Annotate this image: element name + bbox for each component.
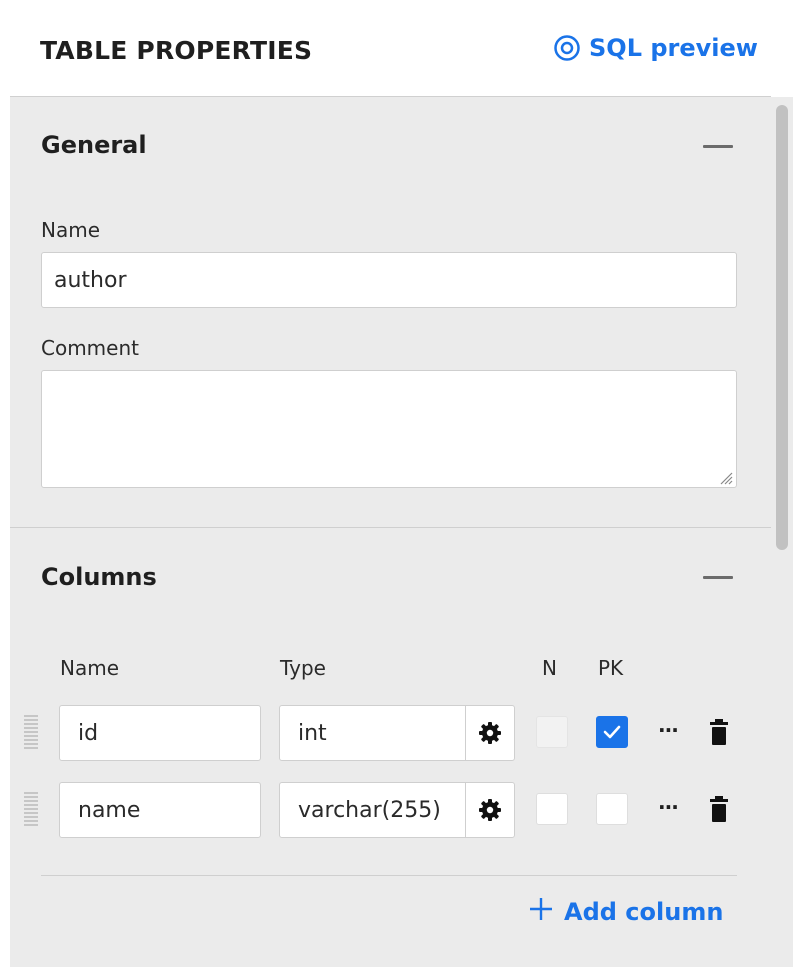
column-type-value[interactable]: varchar(255) — [280, 783, 466, 837]
general-section-title: General — [41, 131, 147, 159]
trash-icon — [710, 719, 728, 745]
comment-label: Comment — [41, 336, 139, 360]
row-drag-handle[interactable] — [24, 792, 38, 826]
sql-preview-label: SQL preview — [589, 34, 758, 62]
table-name-input[interactable] — [41, 252, 737, 308]
more-options-button[interactable]: ··· — [658, 795, 679, 819]
column-name-value: name — [78, 797, 141, 823]
scrollbar-thumb[interactable] — [776, 105, 788, 550]
primary-key-checkbox[interactable] — [596, 716, 628, 748]
general-collapse-button[interactable] — [703, 145, 733, 148]
column-header-primary-key: PK — [598, 656, 624, 680]
resize-handle-icon[interactable] — [719, 470, 733, 485]
eye-icon — [553, 34, 581, 62]
column-header-nullable: N — [542, 656, 557, 680]
column-type-field[interactable]: varchar(255) — [279, 782, 515, 838]
primary-key-checkbox[interactable] — [596, 793, 628, 825]
comment-textarea[interactable] — [41, 370, 737, 488]
column-name-value: id — [78, 720, 99, 746]
sql-preview-button[interactable]: SQL preview — [553, 34, 758, 62]
column-header-name: Name — [60, 656, 120, 680]
gear-icon[interactable] — [466, 706, 514, 760]
column-header-type: Type — [280, 656, 326, 680]
column-type-field[interactable]: int — [279, 705, 515, 761]
row-drag-handle[interactable] — [24, 715, 38, 749]
column-name-input[interactable]: id — [59, 705, 261, 761]
panel-title: TABLE PROPERTIES — [40, 36, 313, 65]
plus-icon — [528, 896, 554, 928]
delete-column-button[interactable] — [709, 718, 729, 746]
check-icon — [603, 725, 621, 739]
section-divider — [10, 527, 771, 528]
nullable-checkbox[interactable] — [536, 793, 568, 825]
trash-icon — [710, 796, 728, 822]
add-column-label: Add column — [564, 898, 724, 926]
name-label: Name — [41, 218, 101, 242]
add-column-button[interactable]: Add column — [528, 896, 723, 928]
columns-section-title: Columns — [41, 563, 157, 591]
more-options-button[interactable]: ··· — [658, 718, 679, 742]
nullable-checkbox[interactable] — [536, 716, 568, 748]
panel-header: TABLE PROPERTIES SQL preview — [0, 0, 793, 96]
column-name-input[interactable]: name — [59, 782, 261, 838]
column-type-value[interactable]: int — [280, 706, 466, 760]
columns-divider — [41, 875, 737, 876]
gear-icon[interactable] — [466, 783, 514, 837]
columns-collapse-button[interactable] — [703, 576, 733, 579]
delete-column-button[interactable] — [709, 795, 729, 823]
